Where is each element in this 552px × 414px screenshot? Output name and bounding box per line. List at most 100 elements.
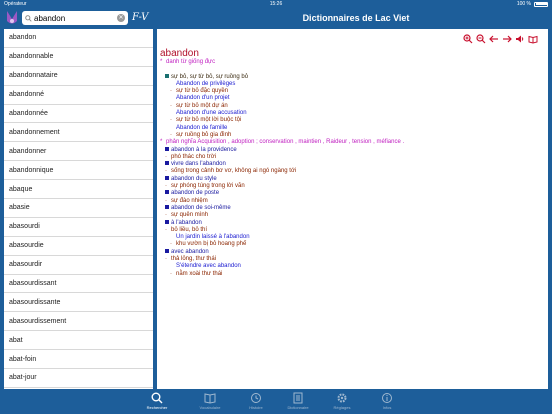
word-list-item[interactable]: abaque	[4, 180, 153, 200]
word-list-item[interactable]: abandonnable	[4, 48, 153, 67]
definition-text: sự ruồng bỏ gia đình	[176, 131, 232, 138]
definition-line: · thả lỏng, thư thái	[157, 256, 548, 263]
definition-line: · sự quên mình	[157, 212, 548, 219]
zoom-in-icon[interactable]	[462, 33, 473, 44]
definition-line: · nằm xoài thư thái	[157, 271, 548, 278]
definition-text: sự từ bỏ đặc quyền	[176, 88, 229, 95]
tab-histoire[interactable]: Histoire	[236, 392, 276, 410]
bullet-mark: ·	[170, 102, 172, 109]
definition-text[interactable]: avec abandon	[171, 249, 209, 256]
bullet-mark: ·	[165, 153, 167, 160]
word-list-item[interactable]: abat-foin	[4, 350, 153, 370]
tab-label: Infos	[382, 405, 392, 410]
tab-réglages[interactable]: Réglages	[322, 392, 362, 410]
word-list-item[interactable]: abasie	[4, 199, 153, 218]
tab-infos[interactable]: Infos	[367, 392, 407, 410]
history-icon	[236, 392, 276, 404]
definition-line: * danh từ giống đực	[157, 59, 548, 66]
word-list-item[interactable]: abandonné	[4, 86, 153, 105]
definition-text[interactable]: vivre dans l'abandon	[171, 161, 226, 168]
definition-line: · sự từ bỏ một dự án	[157, 103, 548, 110]
definition-text: sự đào nhiệm	[171, 197, 208, 204]
definition-line: · khu vườn bị bỏ hoang phế	[157, 241, 548, 248]
word-list-item[interactable]: abasourdie	[4, 237, 153, 256]
word-list-item[interactable]: abandonner	[4, 142, 153, 162]
word-list-item[interactable]: abandonnée	[4, 105, 153, 124]
definition-line: sự bỏ, sự từ bỏ, sự ruồng bỏ	[157, 73, 548, 81]
definition-line: abandon à la providence	[157, 146, 548, 154]
tab-rechercher[interactable]: Rechercher	[137, 392, 177, 410]
word-list-item[interactable]: abasourdi	[4, 218, 153, 237]
definition-text[interactable]: abandon de soi-même	[171, 205, 231, 212]
definition-text: sự bỏ, sự từ bỏ, sự ruồng bỏ	[171, 73, 249, 80]
word-list-item[interactable]: abasourdissante	[4, 293, 153, 313]
definition-text: thả lỏng, thư thái	[171, 256, 217, 263]
definition-line: abandon de soi-même	[157, 204, 548, 212]
definition-text: bỏ liều, bỏ thí	[171, 226, 208, 233]
zoom-out-icon[interactable]	[475, 33, 486, 44]
bullet-mark: ·	[170, 117, 172, 124]
direction-toggle[interactable]: F-V	[132, 12, 148, 23]
bookmark-icon	[190, 392, 230, 404]
bullet-mark: *	[160, 59, 163, 65]
bullet-mark: ·	[170, 241, 172, 248]
bullet-square-icon	[165, 219, 169, 227]
definition-line: Abandon d'un projet	[157, 95, 548, 102]
definition-text: phó thác cho trời	[171, 153, 216, 160]
tab-label: Histoire	[249, 405, 263, 410]
tab-label: Rechercher	[146, 405, 168, 410]
definition-line: · bỏ liều, bỏ thí	[157, 227, 548, 234]
definition-line: S'étendre avec abandon	[157, 263, 548, 270]
word-list-item[interactable]: abasourdissant	[4, 275, 153, 294]
bullet-mark: ·	[165, 197, 167, 204]
definition-text[interactable]: Abandon d'un projet	[176, 95, 230, 102]
definition-line: · sự đào nhiệm	[157, 198, 548, 205]
word-list-item[interactable]: abasourdissement	[4, 312, 153, 332]
definition-line: · sự phóng túng trong lời văn	[157, 183, 548, 190]
word-list[interactable]: abandon abandonnable abandonnataire abandon…	[4, 29, 153, 389]
definition-text[interactable]: S'étendre avec abandon	[176, 263, 241, 270]
bullet-square-icon	[165, 73, 169, 81]
definition-line: · sống trong cảnh bơ vơ, không ai ngó ngà…	[157, 168, 548, 175]
search-input[interactable]: abandon ✕	[22, 11, 128, 25]
definition-text[interactable]: abandon du style	[171, 176, 217, 183]
definition-line: abandon du style	[157, 175, 548, 183]
forward-arrow-icon[interactable]	[501, 33, 512, 44]
definition-text[interactable]: abandon à la providence	[171, 147, 237, 154]
tab-label: Dictionnaire	[287, 405, 309, 410]
word-list-item[interactable]: abat-jour	[4, 369, 153, 388]
app-logo-icon	[7, 11, 17, 24]
bullet-square-icon	[165, 175, 169, 183]
word-list-item[interactable]: abandonnique	[4, 161, 153, 181]
battery-indicator: 100 %	[517, 1, 548, 7]
bullet-mark: ·	[170, 131, 172, 138]
word-list-item[interactable]: abandonnataire	[4, 67, 153, 86]
definition-text: phản nghĩa Acquisition , adoption ; cons…	[166, 139, 405, 146]
search-icon	[22, 14, 34, 22]
bullet-square-icon	[165, 248, 169, 256]
definition-line: · sự từ bỏ một lời buộc tội	[157, 117, 548, 124]
word-list-item[interactable]: abat-son	[4, 388, 153, 389]
back-arrow-icon[interactable]	[488, 33, 499, 44]
bullet-mark: ·	[170, 88, 172, 95]
headword: abandon	[160, 48, 199, 59]
tab-dictionnaire[interactable]: Dictionnaire	[278, 392, 318, 410]
definition-line	[157, 66, 548, 73]
status-bar: Opérateur 15:26 100 %	[0, 0, 552, 8]
bullet-mark: ·	[165, 226, 167, 233]
definition-line: * phản nghĩa Acquisition , adoption ; con…	[157, 139, 548, 146]
definition-text[interactable]: à l'abandon	[171, 220, 202, 227]
book-icon[interactable]	[527, 33, 538, 44]
word-list-item[interactable]: abandonnement	[4, 123, 153, 143]
word-list-item[interactable]: abat	[4, 331, 153, 351]
speaker-icon[interactable]	[514, 33, 525, 44]
definition-text: nằm xoài thư thái	[176, 270, 223, 277]
tab-label: Vocabulaire	[199, 405, 221, 410]
definition-text[interactable]: abandon de poste	[171, 190, 219, 197]
definition-line: abandon de poste	[157, 190, 548, 197]
word-list-item[interactable]: abandon	[4, 29, 153, 48]
tab-vocabulaire[interactable]: Vocabulaire	[190, 392, 230, 410]
clear-icon[interactable]: ✕	[117, 14, 125, 22]
definition-text[interactable]: Abandon de famille	[176, 125, 227, 132]
word-list-item[interactable]: abasourdir	[4, 256, 153, 275]
